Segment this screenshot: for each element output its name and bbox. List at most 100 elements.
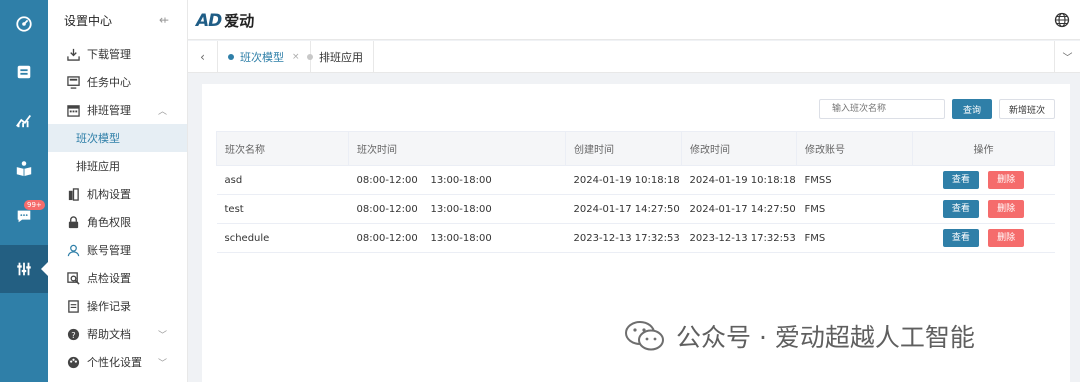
menu-item-personalize[interactable]: 个性化设置 ﹀ [48,348,187,376]
menu-item-label: 个性化设置 [87,356,142,369]
menu-header: 设置中心 ⇷ [48,0,187,40]
rail-item-inbox[interactable] [0,48,48,96]
rail-item-book[interactable] [0,144,48,192]
delete-button[interactable]: 删除 [988,171,1025,189]
download-icon [66,47,80,61]
shift-name-search-input[interactable] [819,99,945,119]
globe-icon[interactable] [1054,12,1070,28]
top-bar: AD 爱动 [188,0,1080,40]
column-header: 创建时间 [565,131,682,166]
watermark-text: 公众号 · 爱动超越人工智能 [676,323,975,352]
rail-item-chart[interactable] [0,96,48,144]
book-icon [16,161,32,177]
cell-shift-time: 08:00-12:00 13:00-18:00 [348,223,566,253]
cell-account: FMS [796,194,913,224]
column-header: 修改账号 [796,131,913,166]
shift-table: 班次名称 班次时间 创建时间 修改时间 修改账号 操作 asd 08:00-12… [216,131,1055,253]
help-icon: ? [66,327,80,341]
building-icon [66,187,80,201]
column-header: 修改时间 [681,131,797,166]
cell-account: FMS [796,223,913,253]
menu-item-label: 排班管理 [87,104,131,117]
rail-item-dashboard[interactable] [0,0,48,48]
dashboard-icon [16,16,32,32]
chevron-up-icon: ︿ [157,106,167,117]
column-header: 班次名称 [216,131,349,166]
submenu-item-shift-apply[interactable]: 排班应用 [48,152,187,180]
svg-text:?: ? [71,329,75,339]
palette-icon [66,355,80,369]
menu-item-org[interactable]: 机构设置 [48,180,187,208]
inspect-icon [66,271,80,285]
menu-item-label: 下载管理 [87,48,131,61]
cell-modified: 2024-01-17 14:27:50 [681,194,797,224]
menu-item-inspect[interactable]: 点检设置 [48,264,187,292]
column-header: 班次时间 [348,131,566,166]
delete-button[interactable]: 删除 [988,200,1025,218]
cell-shift-name: asd [216,165,349,195]
lock-icon [66,215,80,229]
submenu-item-label: 排班应用 [76,160,120,173]
cell-modified: 2024-01-19 10:18:18 [681,165,797,195]
tab-shift-apply[interactable]: 排班应用 [297,41,374,72]
query-button[interactable]: 查询 [952,99,992,119]
add-shift-button[interactable]: 新增班次 [999,99,1055,119]
cell-actions: 查看 删除 [912,194,1055,224]
logo-mark: AD [196,10,222,31]
monitor-icon [66,75,80,89]
menu-title: 设置中心 [64,13,113,28]
menu-item-task[interactable]: 任务中心 [48,68,187,96]
inbox-icon [17,65,31,79]
tab-label: 班次模型 [240,50,284,64]
cell-shift-time: 08:00-12:00 13:00-18:00 [348,165,566,195]
table-header-row: 班次名称 班次时间 创建时间 修改时间 修改账号 操作 [216,131,1055,166]
cell-created: 2024-01-17 14:27:50 [565,194,682,224]
chevron-down-icon[interactable]: ﹀ [1054,41,1080,72]
menu-item-help[interactable]: ? 帮助文档 ﹀ [48,320,187,348]
watermark: 公众号 · 爱动超越人工智能 [624,318,975,354]
menu-item-label: 任务中心 [87,76,131,89]
log-icon [66,299,80,313]
user-icon [66,243,80,257]
chevron-down-icon: ﹀ [157,330,167,341]
menu-item-label: 操作记录 [87,300,131,313]
submenu-item-shift-model[interactable]: 班次模型 [48,124,187,152]
cell-modified: 2023-12-13 17:32:53 [681,223,797,253]
rail-item-settings[interactable] [0,245,48,293]
tab-label: 排班应用 [319,50,363,64]
calendar-icon [66,103,80,117]
menu-item-log[interactable]: 操作记录 [48,292,187,320]
cell-shift-time: 08:00-12:00 13:00-18:00 [348,194,566,224]
notification-badge: 99+ [24,200,45,210]
menu-item-account[interactable]: 账号管理 [48,236,187,264]
menu-item-role[interactable]: 角色权限 [48,208,187,236]
cell-actions: 查看 删除 [912,165,1055,195]
menu-item-label: 账号管理 [87,244,131,257]
menu-item-label: 角色权限 [87,216,131,229]
tabs-bar: ‹ 班次模型 × 排班应用 ﹀ [188,41,1080,73]
menu-item-schedule[interactable]: 排班管理 ︿ [48,96,187,124]
menu-item-download[interactable]: 下载管理 [48,40,187,68]
icon-rail: 99+ [0,0,48,382]
menu-item-label: 点检设置 [87,272,131,285]
tab-dot [307,53,313,60]
cell-actions: 查看 删除 [912,223,1055,253]
cell-shift-name: test [216,194,349,224]
view-button[interactable]: 查看 [942,229,979,247]
view-button[interactable]: 查看 [942,200,979,218]
chevron-left-icon[interactable]: ‹ [188,41,218,72]
cell-shift-name: schedule [216,223,349,253]
view-button[interactable]: 查看 [942,171,979,189]
active-indicator [41,262,48,276]
collapse-left-icon[interactable]: ⇷ [159,13,169,27]
delete-button[interactable]: 删除 [988,229,1025,247]
cell-created: 2023-12-13 17:32:53 [565,223,682,253]
menu-item-label: 机构设置 [87,188,131,201]
logo-text: 爱动 [224,12,255,30]
rail-item-message[interactable]: 99+ [0,192,48,240]
logo: AD 爱动 [196,10,254,31]
cell-created: 2024-01-19 10:18:18 [565,165,682,195]
chart-icon [16,114,32,128]
menu-item-label: 帮助文档 [87,328,131,341]
sliders-icon [17,262,31,276]
